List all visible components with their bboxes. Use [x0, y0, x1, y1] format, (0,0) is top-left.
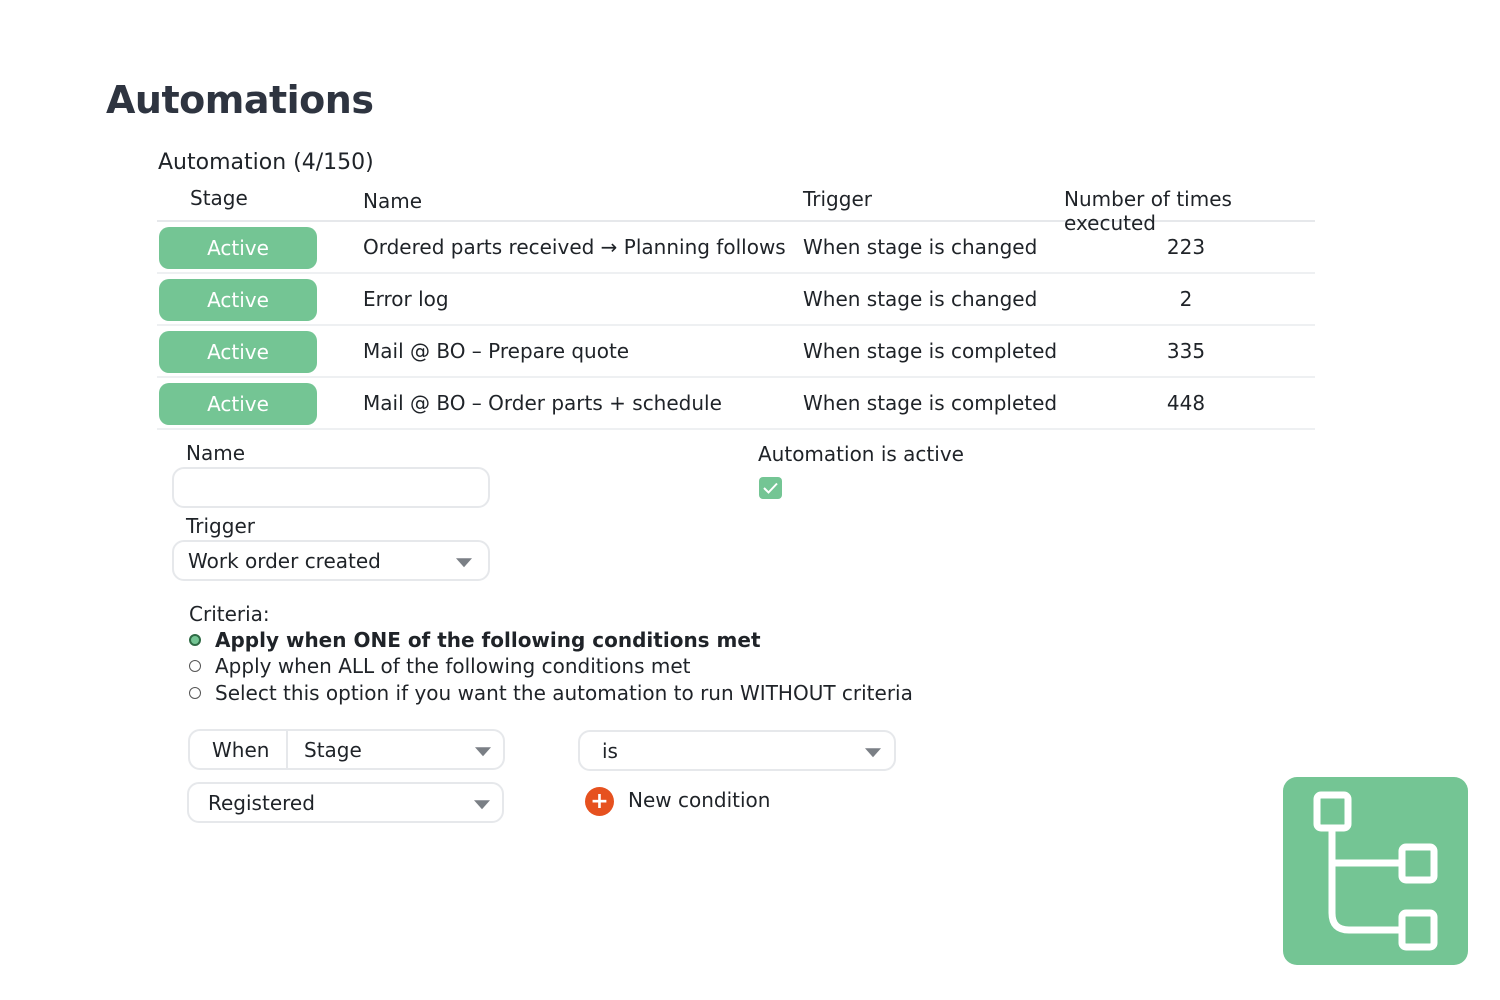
page-title: Automations — [106, 78, 374, 122]
checkmark-icon — [763, 482, 778, 494]
status-badge[interactable]: Active — [159, 227, 317, 269]
name-input[interactable] — [172, 467, 490, 508]
flow-tree-icon — [1283, 777, 1468, 965]
status-badge[interactable]: Active — [159, 331, 317, 373]
divider — [286, 731, 288, 768]
active-label: Automation is active — [758, 442, 964, 466]
new-condition-button[interactable]: New condition — [628, 788, 770, 812]
status-badge[interactable]: Active — [159, 279, 317, 321]
automation-trigger: When stage is completed — [803, 339, 1058, 363]
header-stage: Stage — [190, 186, 248, 210]
operator-select[interactable]: is — [578, 730, 896, 771]
condition-field-select[interactable]: When Stage — [188, 729, 505, 770]
execution-count: 223 — [1166, 235, 1206, 259]
trigger-label: Trigger — [186, 514, 255, 538]
section-title: Automation (4/150) — [158, 150, 374, 175]
when-label: When — [212, 737, 270, 762]
automation-trigger: When stage is changed — [803, 235, 1038, 259]
trigger-select[interactable]: Work order created — [172, 540, 490, 581]
table-row[interactable]: Active Mail @ BO – Order parts + schedul… — [157, 378, 1315, 430]
table-row[interactable]: Active Mail @ BO – Prepare quote When st… — [157, 326, 1315, 378]
automations-table: Stage Name Trigger Number of times execu… — [157, 178, 1315, 430]
automation-name: Ordered parts received → Planning follow… — [363, 235, 786, 259]
criteria-option-none[interactable]: Select this option if you want the autom… — [189, 680, 913, 706]
trigger-value: Work order created — [188, 548, 381, 573]
condition-value-select[interactable]: Registered — [187, 782, 504, 823]
criteria-option-label: Select this option if you want the autom… — [215, 681, 913, 705]
criteria-option-one[interactable]: Apply when ONE of the following conditio… — [189, 627, 761, 653]
condition-value: Registered — [208, 790, 315, 815]
automation-trigger: When stage is changed — [803, 287, 1038, 311]
operator-value: is — [602, 738, 618, 763]
table-row[interactable]: Active Ordered parts received → Planning… — [157, 222, 1315, 274]
table-row[interactable]: Active Error log When stage is changed 2 — [157, 274, 1315, 326]
header-name: Name — [363, 189, 423, 213]
criteria-option-label: Apply when ONE of the following conditio… — [215, 628, 761, 652]
chevron-down-icon — [456, 557, 472, 567]
tree-structure-icon — [1313, 791, 1438, 951]
automation-name: Mail @ BO – Prepare quote — [363, 339, 630, 363]
chevron-down-icon — [475, 746, 491, 756]
criteria-label: Criteria: — [189, 602, 270, 626]
chevron-down-icon — [865, 747, 881, 757]
criteria-option-label: Apply when ALL of the following conditio… — [215, 654, 691, 678]
plus-icon[interactable]: + — [585, 787, 614, 816]
radio-unselected[interactable] — [189, 687, 201, 699]
radio-unselected[interactable] — [189, 660, 201, 672]
chevron-down-icon — [474, 799, 490, 809]
criteria-option-all[interactable]: Apply when ALL of the following conditio… — [189, 653, 690, 679]
radio-selected[interactable] — [189, 634, 201, 646]
name-label: Name — [186, 441, 246, 465]
automation-name: Error log — [363, 287, 449, 311]
active-checkbox[interactable] — [759, 477, 782, 499]
status-badge[interactable]: Active — [159, 383, 317, 425]
header-trigger: Trigger — [803, 187, 872, 211]
automation-name: Mail @ BO – Order parts + schedule — [363, 391, 722, 415]
execution-count: 448 — [1166, 391, 1206, 415]
table-header: Stage Name Trigger Number of times execu… — [157, 178, 1315, 235]
automation-trigger: When stage is completed — [803, 391, 1058, 415]
condition-field-value: Stage — [304, 737, 362, 762]
execution-count: 335 — [1166, 339, 1206, 363]
execution-count: 2 — [1179, 287, 1193, 311]
